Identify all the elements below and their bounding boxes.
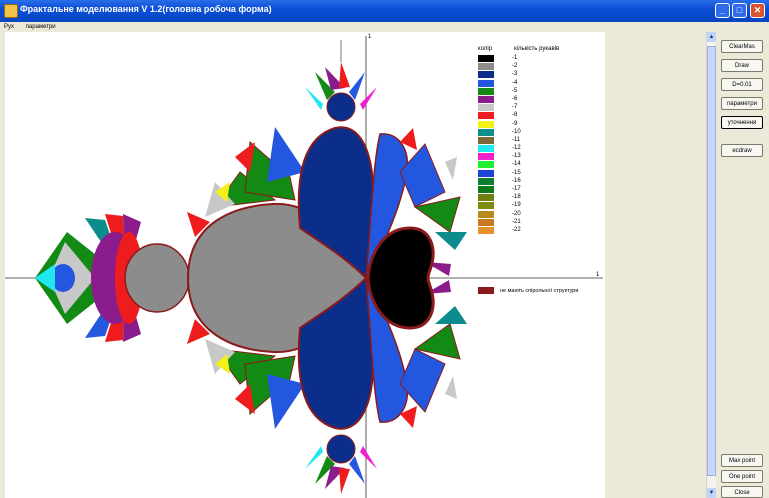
- legend-item: -6: [478, 95, 603, 103]
- y-axis-label: 1: [368, 34, 372, 40]
- legend-swatch: [478, 218, 494, 226]
- legend-item: -3: [478, 70, 603, 79]
- legend-label: -4: [512, 79, 518, 86]
- legend-label: -21: [512, 218, 521, 225]
- legend-swatch: [478, 186, 494, 193]
- legend-arms-header: кількість рукавів: [514, 46, 560, 52]
- color-legend: колір кількість рукавів -1 -2 -3 -4 -5 -6 -7 -8…: [478, 44, 603, 234]
- legend-swatch: [478, 79, 494, 87]
- legend-item: -13: [478, 152, 603, 161]
- legend-swatch: [478, 128, 494, 136]
- legend-swatch: [478, 87, 494, 95]
- clear-button[interactable]: ClearMas: [721, 40, 763, 53]
- legend-item: -18: [478, 193, 603, 202]
- legend-swatch: [478, 120, 494, 128]
- legend-swatch: [478, 226, 494, 234]
- legend-swatch: [478, 71, 494, 79]
- legend-item: -4: [478, 79, 603, 87]
- legend-item: -8: [478, 111, 603, 120]
- legend-item: -16: [478, 177, 603, 185]
- legend-label: -8: [512, 112, 518, 119]
- legend-item: -11: [478, 136, 603, 144]
- scroll-down-arrow-icon[interactable]: ▼: [707, 488, 716, 498]
- legend-item: -20: [478, 210, 603, 218]
- legend-label: -12: [512, 145, 521, 152]
- legend-item: -10: [478, 128, 603, 136]
- refine-button[interactable]: уточнення: [721, 116, 763, 129]
- legend-label: -14: [512, 161, 521, 168]
- legend-label: -5: [512, 87, 518, 94]
- menu-bar: Рух параметри: [0, 22, 769, 32]
- legend-item: -21: [478, 218, 603, 226]
- legend-color-header: колір: [478, 46, 493, 52]
- legend-swatch: [478, 177, 494, 185]
- legend-item: -17: [478, 185, 603, 193]
- legend-item: -5: [478, 87, 603, 95]
- draw-button[interactable]: Draw: [721, 59, 763, 72]
- legend-swatch: [478, 145, 494, 153]
- legend-label: -10: [512, 128, 521, 135]
- legend-item: -9: [478, 120, 603, 128]
- legend-swatch: [478, 210, 494, 218]
- legend-label: -2: [512, 63, 518, 70]
- footnote-label: не мають спірольної структури: [500, 288, 579, 294]
- menu-item-move[interactable]: Рух: [4, 24, 14, 30]
- legend-label: -6: [512, 95, 518, 102]
- legend-label: -18: [512, 194, 521, 201]
- legend-swatch: [478, 63, 494, 71]
- one-point-button[interactable]: One point: [721, 470, 763, 483]
- menu-item-params[interactable]: параметри: [26, 24, 56, 30]
- params-button[interactable]: параметри: [721, 97, 763, 110]
- legend-swatch: [478, 95, 494, 103]
- vertical-scrollbar[interactable]: ▲ ▼: [706, 32, 716, 498]
- legend-label: -9: [512, 120, 518, 127]
- footnote-swatch: [478, 287, 494, 294]
- legend-swatch: [478, 194, 494, 202]
- legend-item: -7: [478, 103, 603, 112]
- legend-label: -22: [512, 226, 521, 233]
- legend-swatch: [478, 112, 494, 120]
- legend-label: -13: [512, 153, 521, 160]
- legend-swatch: [478, 55, 494, 62]
- legend-item: -1: [478, 54, 603, 62]
- scroll-up-arrow-icon[interactable]: ▲: [707, 32, 716, 42]
- legend-item: -2: [478, 62, 603, 71]
- app-icon: [4, 4, 18, 18]
- legend-swatch: [478, 202, 494, 210]
- legend-label: -15: [512, 169, 521, 176]
- maximize-button[interactable]: □: [732, 3, 747, 18]
- close-button[interactable]: Close: [721, 486, 763, 498]
- legend-label: -17: [512, 186, 521, 192]
- legend-item: -12: [478, 144, 603, 153]
- legend-label: -20: [512, 210, 521, 217]
- max-point-button[interactable]: Max point: [721, 454, 763, 467]
- x-axis-label: 1: [596, 272, 600, 278]
- legend-swatch: [478, 136, 494, 144]
- legend-label: -7: [512, 104, 518, 111]
- legend-item: -14: [478, 160, 603, 169]
- left-bulb: [124, 243, 190, 313]
- title-bar: Фрактальне моделювання V 1.2(головна роб…: [0, 0, 769, 22]
- d001-button[interactable]: D=0.01: [721, 78, 763, 91]
- legend-label: -1: [512, 55, 518, 61]
- legend-item: -15: [478, 169, 603, 177]
- legend-swatch: [478, 169, 494, 177]
- legend-label: -16: [512, 177, 521, 184]
- legend-label: -11: [512, 136, 521, 143]
- legend-swatch: [478, 161, 494, 169]
- scrollbar-thumb[interactable]: [707, 46, 716, 476]
- minimize-button[interactable]: _: [715, 3, 730, 18]
- legend-swatch: [478, 153, 494, 161]
- legend-item: -22: [478, 226, 603, 234]
- legend-item: -19: [478, 201, 603, 210]
- redraw-button[interactable]: ecdraw: [721, 144, 763, 157]
- close-window-button[interactable]: ✕: [750, 3, 765, 18]
- legend-label: -19: [512, 202, 521, 209]
- legend-label: -3: [512, 71, 518, 78]
- legend-swatch: [478, 104, 494, 112]
- window-title: Фрактальне моделювання V 1.2(головна роб…: [20, 4, 272, 14]
